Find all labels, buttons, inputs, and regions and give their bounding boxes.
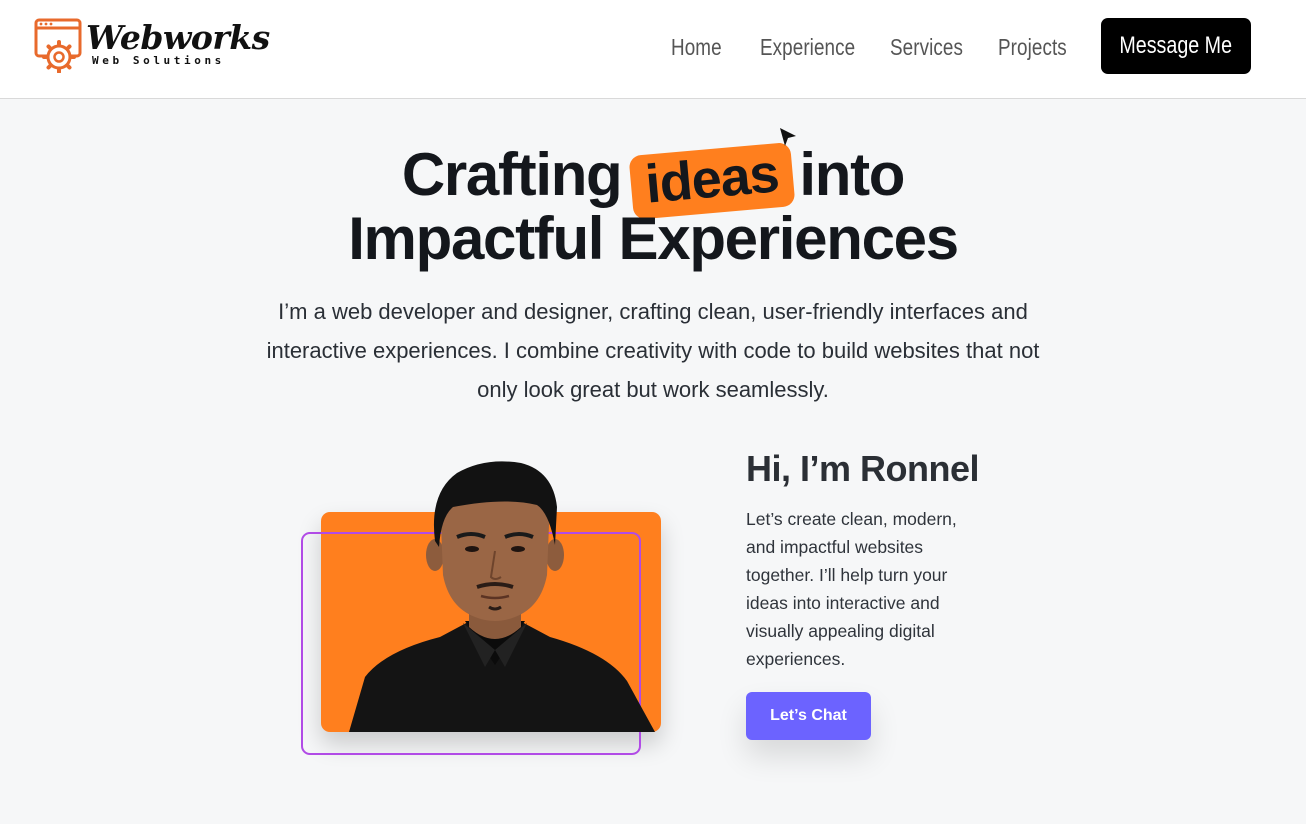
headline-crafting: Crafting (401, 141, 623, 208)
hero-headline-line2: Impactful Experiences (348, 205, 959, 272)
brand-tagline: Web Solutions (92, 54, 225, 67)
lets-chat-button[interactable]: Let’s Chat (746, 692, 871, 740)
nav-experience[interactable]: Experience (760, 30, 855, 64)
pointer-arrow-icon (780, 128, 797, 146)
nav-projects[interactable]: Projects (998, 30, 1067, 64)
message-me-label: Message Me (1119, 32, 1233, 59)
hero-intro-text: I’m a web developer and designer, crafti… (266, 299, 1040, 402)
profile-photo-block (300, 455, 665, 760)
brand-name: Webworks (86, 18, 270, 57)
headline-into: into (799, 141, 905, 208)
highlight-pill: ideas (628, 128, 797, 220)
site-header: Webworks Web Solutions Home Experience S… (0, 0, 1306, 99)
message-me-button[interactable]: Message Me (1101, 18, 1251, 74)
browser-gear-icon (34, 18, 82, 73)
hero-headline-line1: Crafting ideas into (0, 128, 1306, 220)
profile-pitch-text: Let’s create clean, modern, and impactfu… (746, 509, 957, 669)
greeting-heading: Hi, I’m Ronnel (746, 448, 980, 489)
nav-services[interactable]: Services (890, 30, 963, 64)
profile-portrait-image (349, 461, 655, 732)
brand-logo[interactable]: Webworks Web Solutions (34, 17, 270, 75)
nav-home[interactable]: Home (671, 30, 722, 64)
